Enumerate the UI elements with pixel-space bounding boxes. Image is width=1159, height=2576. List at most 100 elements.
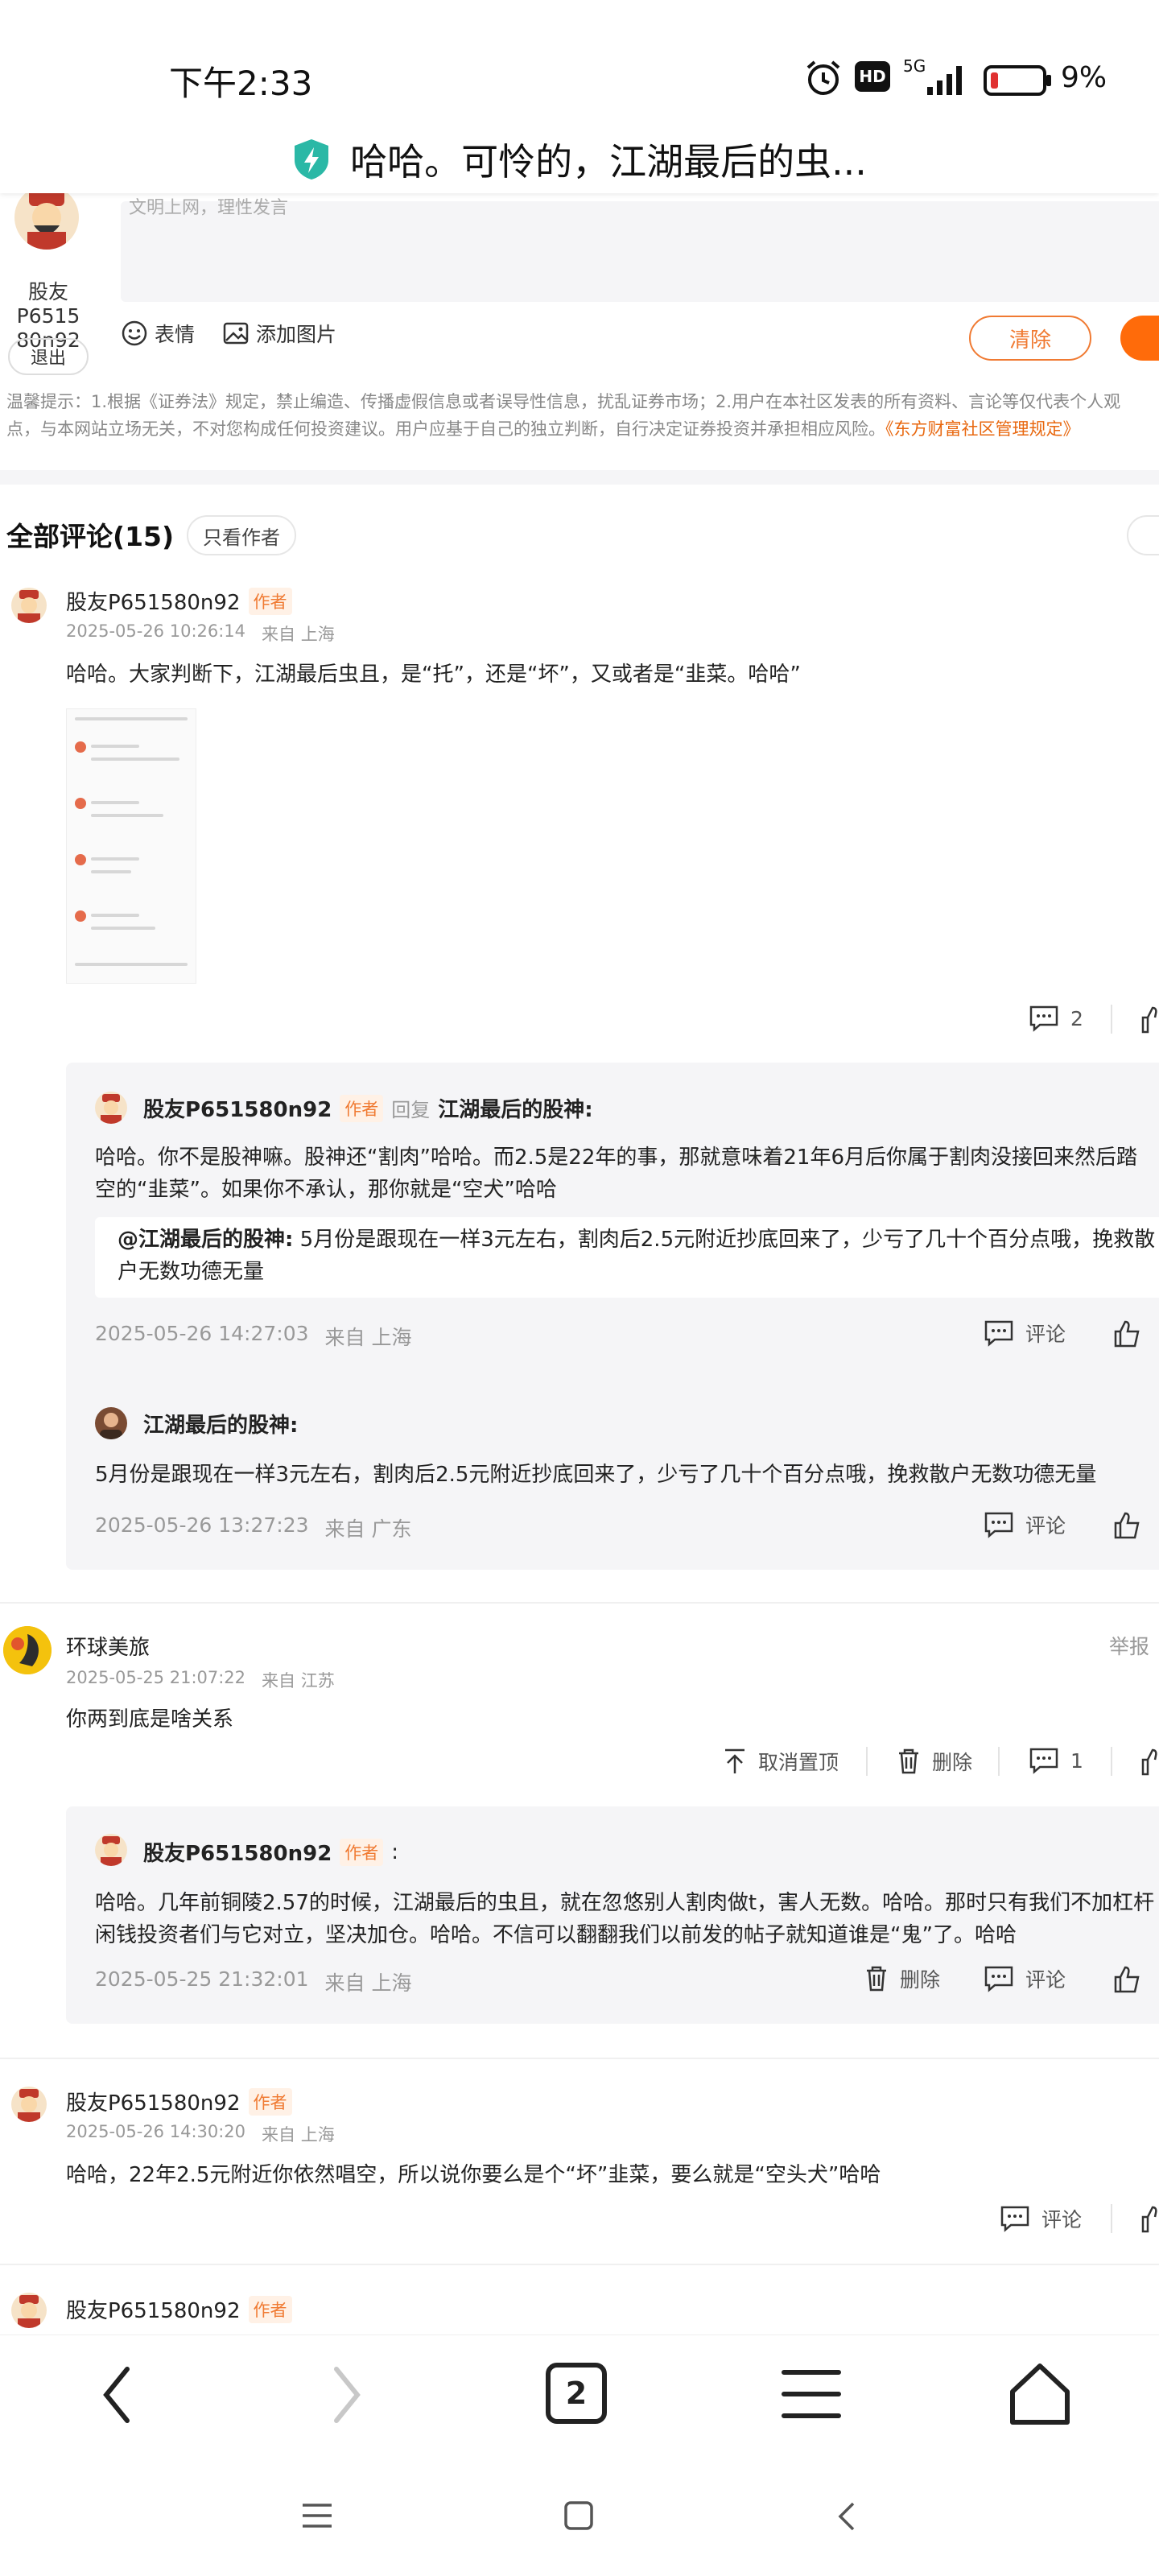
- comment-text: 哈哈。大家判断下，江湖最后虫且，是“托”，还是“坏”，又或者是“韭菜。哈哈”: [66, 663, 801, 687]
- comment-divider: [0, 2058, 1159, 2059]
- only-author-button[interactable]: 只看作者: [187, 515, 296, 555]
- like-icon[interactable]: [1114, 1512, 1141, 1539]
- delete-button[interactable]: 删除: [864, 1964, 940, 1993]
- like-icon[interactable]: [1114, 1966, 1141, 1993]
- comment-divider: [0, 2264, 1159, 2265]
- comment-user[interactable]: 股友P651580n92: [66, 2087, 241, 2116]
- like-icon[interactable]: [1114, 1320, 1141, 1348]
- comment-icon: [984, 1320, 1013, 1347]
- delete-button[interactable]: 删除: [897, 1747, 972, 1776]
- clear-button[interactable]: 清除: [969, 316, 1091, 361]
- action-separator: [1111, 2204, 1112, 2233]
- comment-divider: [0, 1602, 1159, 1604]
- browser-nav-bar: 2: [0, 2334, 1159, 2456]
- network-label: 5G: [903, 56, 926, 76]
- like-icon[interactable]: [1141, 1748, 1159, 1776]
- reply-time: 2025-05-26 14:27:03: [95, 1322, 309, 1345]
- report-link[interactable]: 举报: [1109, 1631, 1149, 1660]
- reply-user[interactable]: 股友P651580n92: [143, 1837, 332, 1867]
- comment-location: 来自 上海: [262, 625, 335, 644]
- comment-avatar[interactable]: [11, 2293, 47, 2328]
- system-back-icon[interactable]: [834, 2500, 858, 2533]
- page-title: 哈哈。可怜的，江湖最后的虫...: [350, 140, 867, 184]
- emoji-button[interactable]: 表情: [121, 319, 195, 348]
- comment-user[interactable]: 环球美旅: [66, 1631, 150, 1661]
- comment-image[interactable]: [66, 708, 196, 984]
- menu-icon[interactable]: [781, 2368, 842, 2421]
- reply-meta: 2025-05-25 21:32:01 来自 上海: [95, 1967, 411, 1996]
- reply-count-button[interactable]: 2: [1029, 1005, 1083, 1032]
- like-icon[interactable]: [1141, 2206, 1159, 2233]
- reply-user[interactable]: 股友P651580n92: [143, 1093, 332, 1123]
- reply-avatar[interactable]: [95, 1407, 127, 1439]
- reply-time: 2025-05-26 13:27:23: [95, 1513, 309, 1537]
- unpin-label: 取消置顶: [758, 1751, 839, 1774]
- comment-icon: [1000, 2206, 1029, 2232]
- logout-button[interactable]: 退出: [8, 338, 89, 375]
- pin-top-icon: [725, 1748, 744, 1773]
- publish-button[interactable]: [1120, 316, 1159, 361]
- system-nav-bar: [0, 2455, 1159, 2576]
- reply-count-button[interactable]: 1: [1029, 1747, 1083, 1774]
- comment-meta: 2025-05-25 21:07:22 来自 江苏: [66, 1668, 335, 1692]
- user-avatar[interactable]: [14, 185, 79, 250]
- comment-avatar[interactable]: [11, 2087, 47, 2122]
- page-header: 哈哈。可怜的，江湖最后的虫...: [0, 127, 1159, 192]
- quote-box: @江湖最后的股神: 5月份是跟现在一样3元左右，割肉后2.5元附近抄底回来了，少…: [95, 1217, 1159, 1298]
- comment-avatar[interactable]: [11, 588, 47, 623]
- reply-comment-button[interactable]: 评论: [984, 1510, 1066, 1539]
- reply-meta: 2025-05-26 13:27:23 来自 广东: [95, 1513, 411, 1542]
- author-badge: 作者: [340, 1094, 384, 1122]
- reply-avatar[interactable]: [95, 1834, 127, 1866]
- like-icon[interactable]: [1141, 1006, 1159, 1034]
- tabs-button[interactable]: 2: [546, 2363, 607, 2424]
- comment-user[interactable]: 股友P651580n92: [66, 2294, 241, 2324]
- comment-button[interactable]: 评论: [1000, 2204, 1082, 2233]
- hd-icon: HD: [855, 61, 890, 92]
- reply-location: 来自 广东: [324, 1517, 412, 1541]
- add-image-button[interactable]: 添加图片: [222, 319, 336, 348]
- comment-time: 2025-05-25 21:07:22: [66, 1668, 246, 1687]
- comment-avatar[interactable]: [3, 1626, 52, 1674]
- shield-bolt-icon: [295, 139, 329, 180]
- reply-count: 1: [1070, 1748, 1083, 1773]
- home-icon[interactable]: [1006, 2359, 1074, 2429]
- travel-avatar-icon: [3, 1626, 52, 1674]
- system-home-icon[interactable]: [563, 2500, 594, 2531]
- trash-icon: [867, 1966, 886, 1992]
- comment-label: 评论: [1025, 1323, 1066, 1346]
- reply-text: 5月份是跟现在一样3元左右，割肉后2.5元附近抄底回来了，少亏了几十个百分点哦，…: [95, 1463, 1097, 1487]
- reply-header: 股友P651580n92 作者 :: [143, 1837, 398, 1867]
- action-separator: [998, 1747, 1000, 1776]
- reply-user[interactable]: 江湖最后的股神:: [143, 1409, 298, 1439]
- comment-icon: [984, 1966, 1013, 1992]
- forward-icon[interactable]: [327, 2363, 367, 2427]
- signal-icon: [927, 66, 962, 95]
- unpin-button[interactable]: 取消置顶: [723, 1747, 839, 1776]
- back-icon[interactable]: [97, 2363, 137, 2427]
- caishen-avatar-icon: [18, 2295, 40, 2328]
- community-rules-link[interactable]: 《东方财富社区管理规定》: [885, 419, 1080, 439]
- recent-apps-icon[interactable]: [301, 2502, 333, 2529]
- reply-avatar[interactable]: [95, 1092, 127, 1124]
- caishen-avatar-icon: [27, 188, 66, 250]
- action-separator: [1111, 1005, 1112, 1034]
- caishen-avatar-icon: [101, 1094, 122, 1124]
- comment-text: 你两到底是啥关系: [66, 1707, 234, 1732]
- person-avatar-icon: [100, 1413, 122, 1439]
- reply-comment-button[interactable]: 评论: [984, 1319, 1066, 1348]
- image-icon: [223, 322, 249, 345]
- reply-target[interactable]: 江湖最后的股神:: [438, 1093, 592, 1123]
- sort-button[interactable]: [1127, 515, 1159, 555]
- author-badge: 作者: [248, 2295, 292, 2323]
- reply-box: [66, 1063, 1159, 1570]
- comment-time: 2025-05-26 14:30:20: [66, 2122, 246, 2141]
- comments-title: 全部评论(15): [6, 521, 175, 552]
- reply-header: 股友P651580n92 作者 回复 江湖最后的股神:: [143, 1093, 593, 1123]
- comment-user[interactable]: 股友P651580n92: [66, 586, 241, 616]
- comment-header: 股友P651580n92 作者: [66, 2087, 292, 2116]
- trash-icon: [899, 1748, 918, 1774]
- reply-comment-button[interactable]: 评论: [984, 1964, 1066, 1993]
- comment-icon: [1029, 1005, 1058, 1032]
- quote-user[interactable]: @江湖最后的股神:: [118, 1228, 293, 1252]
